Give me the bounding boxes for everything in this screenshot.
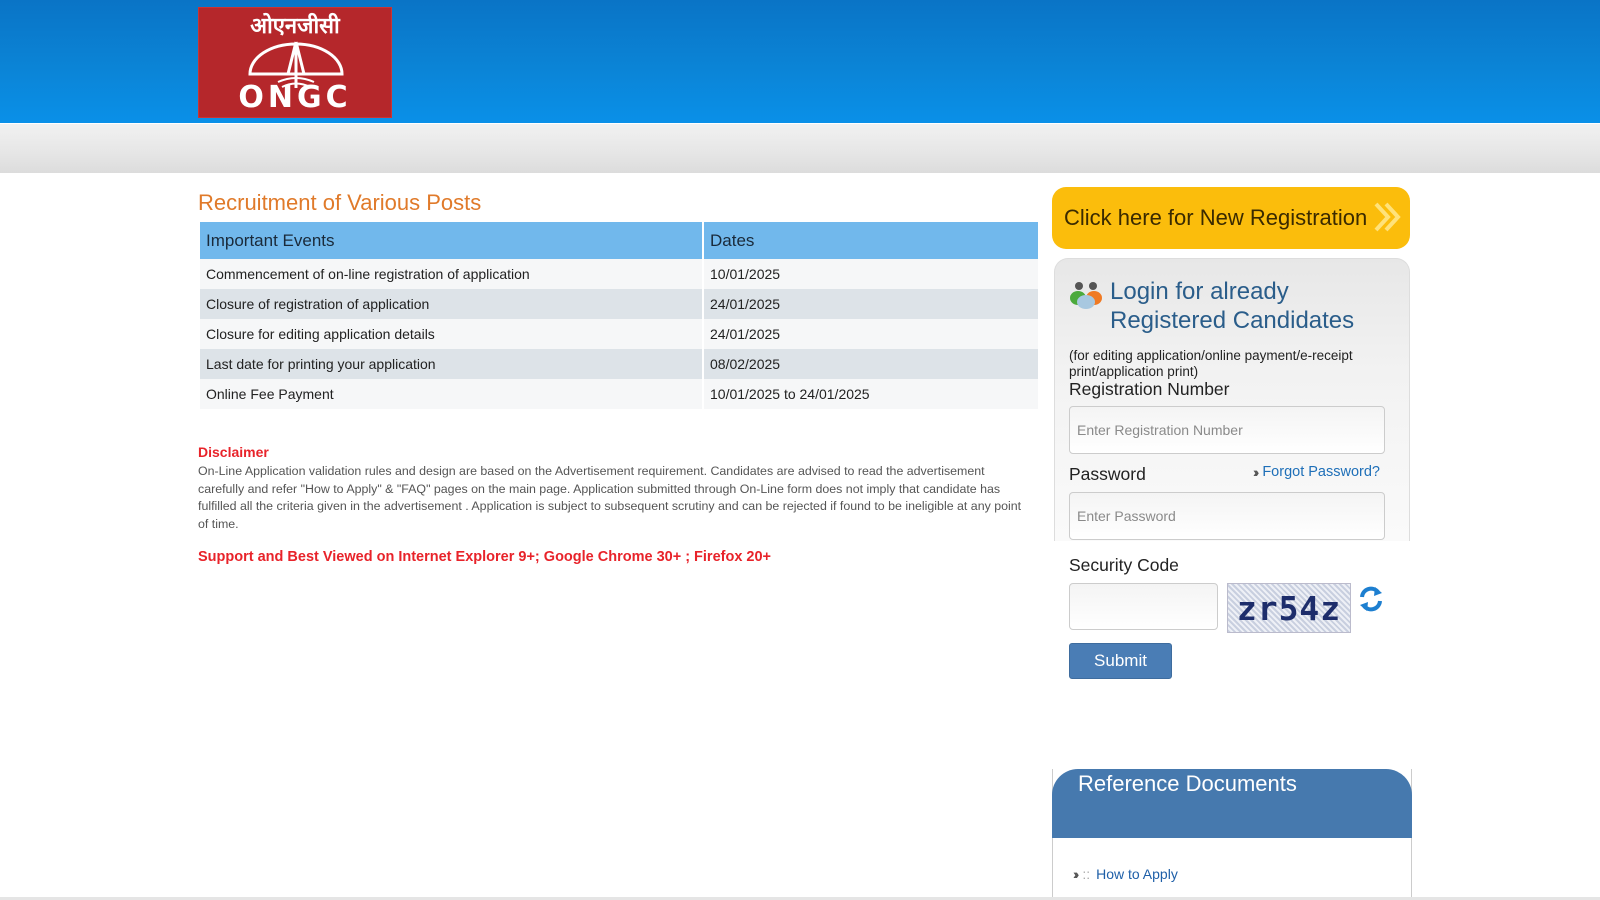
disclaimer-heading: Disclaimer (198, 444, 269, 460)
nav-bar (0, 123, 1600, 173)
new-registration-label: Click here for New Registration (1064, 205, 1368, 230)
security-code-label: Security Code (1069, 555, 1179, 575)
users-group-icon (1070, 282, 1102, 309)
date-cell: 10/01/2025 to 24/01/2025 (704, 379, 1038, 409)
event-cell: Commencement of on-line registration of … (200, 259, 702, 289)
captcha-image: zr54z (1227, 583, 1351, 633)
site-header: ओएनजीसी ONGC (0, 0, 1600, 123)
security-code-input[interactable] (1069, 583, 1218, 630)
double-chevron-right-icon: ›› (1073, 866, 1080, 882)
table-row: Closure of registration of application 2… (200, 289, 1038, 319)
password-input[interactable] (1069, 492, 1385, 540)
registration-number-label: Registration Number (1069, 379, 1230, 399)
login-title-line2: Registered Candidates (1110, 307, 1355, 334)
page-title: Recruitment of Various Posts (198, 190, 482, 215)
event-cell: Last date for printing your application (200, 349, 702, 379)
table-row: Online Fee Payment 10/01/2025 to 24/01/2… (200, 379, 1038, 409)
how-to-apply-link[interactable]: ›› :: How to Apply (1073, 866, 1178, 882)
column-header-events: Important Events (200, 222, 702, 259)
event-cell: Online Fee Payment (200, 379, 702, 409)
refresh-icon[interactable] (1358, 585, 1384, 613)
date-cell: 10/01/2025 (704, 259, 1038, 289)
double-chevron-right-icon: ›› (1253, 464, 1260, 480)
registration-number-input[interactable] (1069, 406, 1385, 454)
reference-documents-title: Reference Documents (1078, 771, 1297, 796)
ongc-logo[interactable]: ओएनजीसी ONGC (198, 7, 392, 118)
event-cell: Closure for editing application details (200, 319, 702, 349)
link-prefix: :: (1082, 866, 1091, 882)
submit-button[interactable]: Submit (1069, 643, 1172, 679)
forgot-password-link[interactable]: ›› Forgot Password? (1253, 464, 1380, 480)
table-header-row: Important Events Dates (200, 222, 1038, 259)
column-header-dates: Dates (704, 222, 1038, 259)
login-title: Login for already Registered Candidates (1110, 277, 1354, 335)
captcha-text: zr54z (1236, 588, 1342, 628)
double-chevron-right-icon (1374, 202, 1401, 232)
logo-hindi-text: ओएनजीसी (250, 14, 340, 39)
date-cell: 24/01/2025 (704, 319, 1038, 349)
date-cell: 08/02/2025 (704, 349, 1038, 379)
table-row: Closure for editing application details … (200, 319, 1038, 349)
date-cell: 24/01/2025 (704, 289, 1038, 319)
table-row: Last date for printing your application … (200, 349, 1038, 379)
important-events-table: Important Events Dates Commencement of o… (198, 222, 1040, 409)
login-title-line1: Login for already (1110, 278, 1289, 305)
event-cell: Closure of registration of application (200, 289, 702, 319)
logo-latin-text: ONGC (238, 80, 352, 115)
table-row: Commencement of on-line registration of … (200, 259, 1038, 289)
new-registration-button[interactable]: Click here for New Registration (1052, 187, 1410, 249)
forgot-password-label: Forgot Password? (1262, 464, 1380, 480)
disclaimer-text: On-Line Application validation rules and… (198, 464, 1022, 531)
browser-support-note: Support and Best Viewed on Internet Expl… (198, 549, 772, 565)
login-subtitle: (for editing application/online payment/… (1069, 348, 1353, 379)
how-to-apply-label: How to Apply (1096, 866, 1178, 882)
password-label: Password (1069, 464, 1146, 484)
